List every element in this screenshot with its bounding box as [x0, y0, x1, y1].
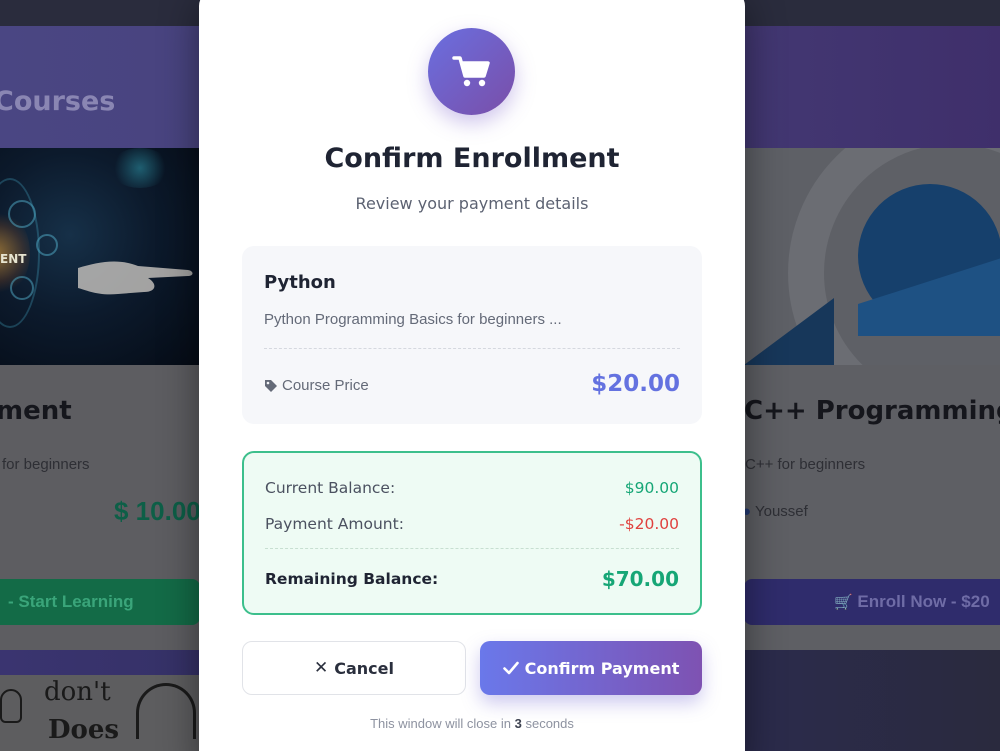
lightbulb-icon — [0, 689, 22, 723]
modal-subtitle: Review your payment details — [355, 194, 589, 213]
start-learning-button[interactable]: - Start Learning — [0, 579, 200, 625]
course-description: Python Programming Basics for beginners … — [264, 311, 562, 328]
countdown-seconds: 3 — [514, 716, 522, 731]
tag-icon — [265, 379, 277, 392]
enroll-now-label: Enroll Now - $20 — [857, 592, 990, 611]
sketch-image: don't Does — [0, 675, 200, 751]
course-divider — [264, 348, 680, 349]
sketch-word-dont: don't — [44, 677, 111, 707]
cart-icon-badge — [428, 28, 515, 115]
check-icon — [502, 661, 519, 675]
courses-heading: Courses — [0, 86, 116, 117]
current-balance-label: Current Balance: — [265, 479, 396, 497]
balance-summary-card: Current Balance: $90.00 Payment Amount: … — [242, 451, 702, 615]
confirm-enrollment-modal: Confirm Enrollment Review your payment d… — [199, 0, 745, 751]
cpp-logo — [744, 148, 1000, 365]
payment-amount-value: -$20.00 — [619, 515, 679, 533]
left-course-price: $ 10.00 — [114, 496, 201, 526]
course-price-value: $20.00 — [591, 371, 680, 397]
left-course-title: ment — [0, 396, 72, 426]
right-course-description: C++ for beginners — [745, 456, 866, 473]
remaining-balance-row: Remaining Balance: $70.00 — [265, 567, 679, 591]
right-course-author: ● Youssef — [742, 503, 808, 520]
sketch-word-does: Does — [48, 715, 120, 745]
course-summary-card: Python Python Programming Basics for beg… — [242, 246, 702, 424]
left-course-image-text: ENT — [0, 252, 27, 266]
confirm-payment-button[interactable]: Confirm Payment — [480, 641, 702, 695]
hand-illustration — [78, 261, 193, 295]
left-course-image[interactable]: ENT — [0, 148, 200, 365]
cancel-label: Cancel — [334, 658, 394, 678]
current-balance-value: $90.00 — [624, 479, 679, 497]
cart-icon: 🛒 — [834, 594, 853, 611]
countdown-suffix: seconds — [525, 716, 574, 731]
enroll-now-button[interactable]: 🛒 Enroll Now - $20 — [744, 579, 1000, 625]
payment-amount-label: Payment Amount: — [265, 515, 404, 533]
price-label-text: Course Price — [282, 377, 369, 394]
cancel-button[interactable]: ✕ Cancel — [242, 641, 466, 695]
left-course-description: for beginners — [2, 456, 90, 473]
current-balance-row: Current Balance: $90.00 — [265, 479, 679, 497]
course-name: Python — [264, 272, 336, 293]
modal-title: Confirm Enrollment — [324, 143, 620, 174]
countdown-prefix: This window will close in — [370, 716, 511, 731]
shopping-cart-icon — [451, 55, 490, 86]
right-course-title: C++ Programming — [744, 396, 1000, 426]
headphones-icon — [136, 683, 196, 739]
course-price-label: Course Price — [264, 377, 369, 394]
balance-divider — [265, 548, 679, 549]
close-icon: ✕ — [314, 658, 329, 678]
remaining-balance-label: Remaining Balance: — [265, 570, 439, 588]
payment-amount-row: Payment Amount: -$20.00 — [265, 515, 679, 533]
confirm-payment-label: Confirm Payment — [524, 658, 680, 678]
author-name: Youssef — [754, 503, 808, 520]
auto-close-countdown: This window will close in 3 seconds — [199, 716, 745, 731]
remaining-balance-value: $70.00 — [601, 567, 679, 591]
